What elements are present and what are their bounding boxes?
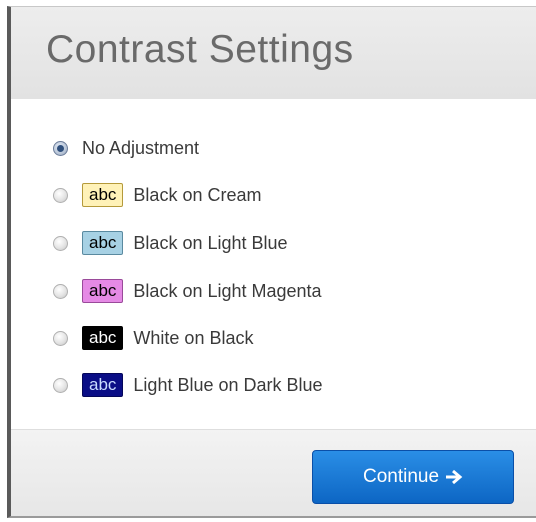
option-black-on-light-blue[interactable]: abc Black on Light Blue bbox=[53, 230, 288, 256]
dialog-footer: Continue bbox=[11, 429, 536, 516]
radio-black-on-light-magenta[interactable] bbox=[53, 283, 68, 299]
radio-white-on-black[interactable] bbox=[53, 330, 68, 346]
option-black-on-cream[interactable]: abc Black on Cream bbox=[53, 182, 261, 208]
option-label: Light Blue on Dark Blue bbox=[133, 375, 323, 395]
option-label: Black on Light Blue bbox=[133, 233, 288, 253]
contrast-options: No Adjustment abc Black on Cream abc Bla… bbox=[11, 99, 536, 429]
radio-no-adjustment[interactable] bbox=[53, 140, 68, 156]
option-white-on-black[interactable]: abc White on Black bbox=[53, 325, 253, 351]
swatch-black-on-light-blue: abc bbox=[82, 231, 124, 255]
radio-black-on-light-blue[interactable] bbox=[53, 235, 68, 251]
swatch-light-blue-on-dark-blue: abc bbox=[82, 373, 124, 397]
option-label: Black on Cream bbox=[133, 185, 262, 205]
option-label: No Adjustment bbox=[82, 138, 200, 158]
continue-button[interactable]: Continue bbox=[312, 450, 514, 504]
radio-light-blue-on-dark-blue[interactable] bbox=[53, 377, 68, 393]
option-label: White on Black bbox=[133, 328, 254, 348]
swatch-black-on-cream: abc bbox=[82, 183, 124, 207]
contrast-settings-dialog: Contrast Settings No Adjustment abc Blac… bbox=[7, 6, 536, 518]
continue-label: Continue bbox=[362, 466, 440, 487]
dialog-header: Contrast Settings bbox=[11, 7, 536, 100]
option-label: Black on Light Magenta bbox=[133, 281, 322, 301]
swatch-black-on-light-magenta: abc bbox=[82, 279, 124, 303]
option-light-blue-on-dark-blue[interactable]: abc Light Blue on Dark Blue bbox=[53, 372, 323, 398]
option-no-adjustment[interactable]: No Adjustment bbox=[53, 135, 199, 161]
swatch-white-on-black: abc bbox=[82, 326, 124, 350]
radio-black-on-cream[interactable] bbox=[53, 187, 68, 203]
arrow-right-icon bbox=[445, 469, 463, 485]
dialog-title: Contrast Settings bbox=[46, 28, 354, 71]
option-black-on-light-magenta[interactable]: abc Black on Light Magenta bbox=[53, 278, 322, 304]
